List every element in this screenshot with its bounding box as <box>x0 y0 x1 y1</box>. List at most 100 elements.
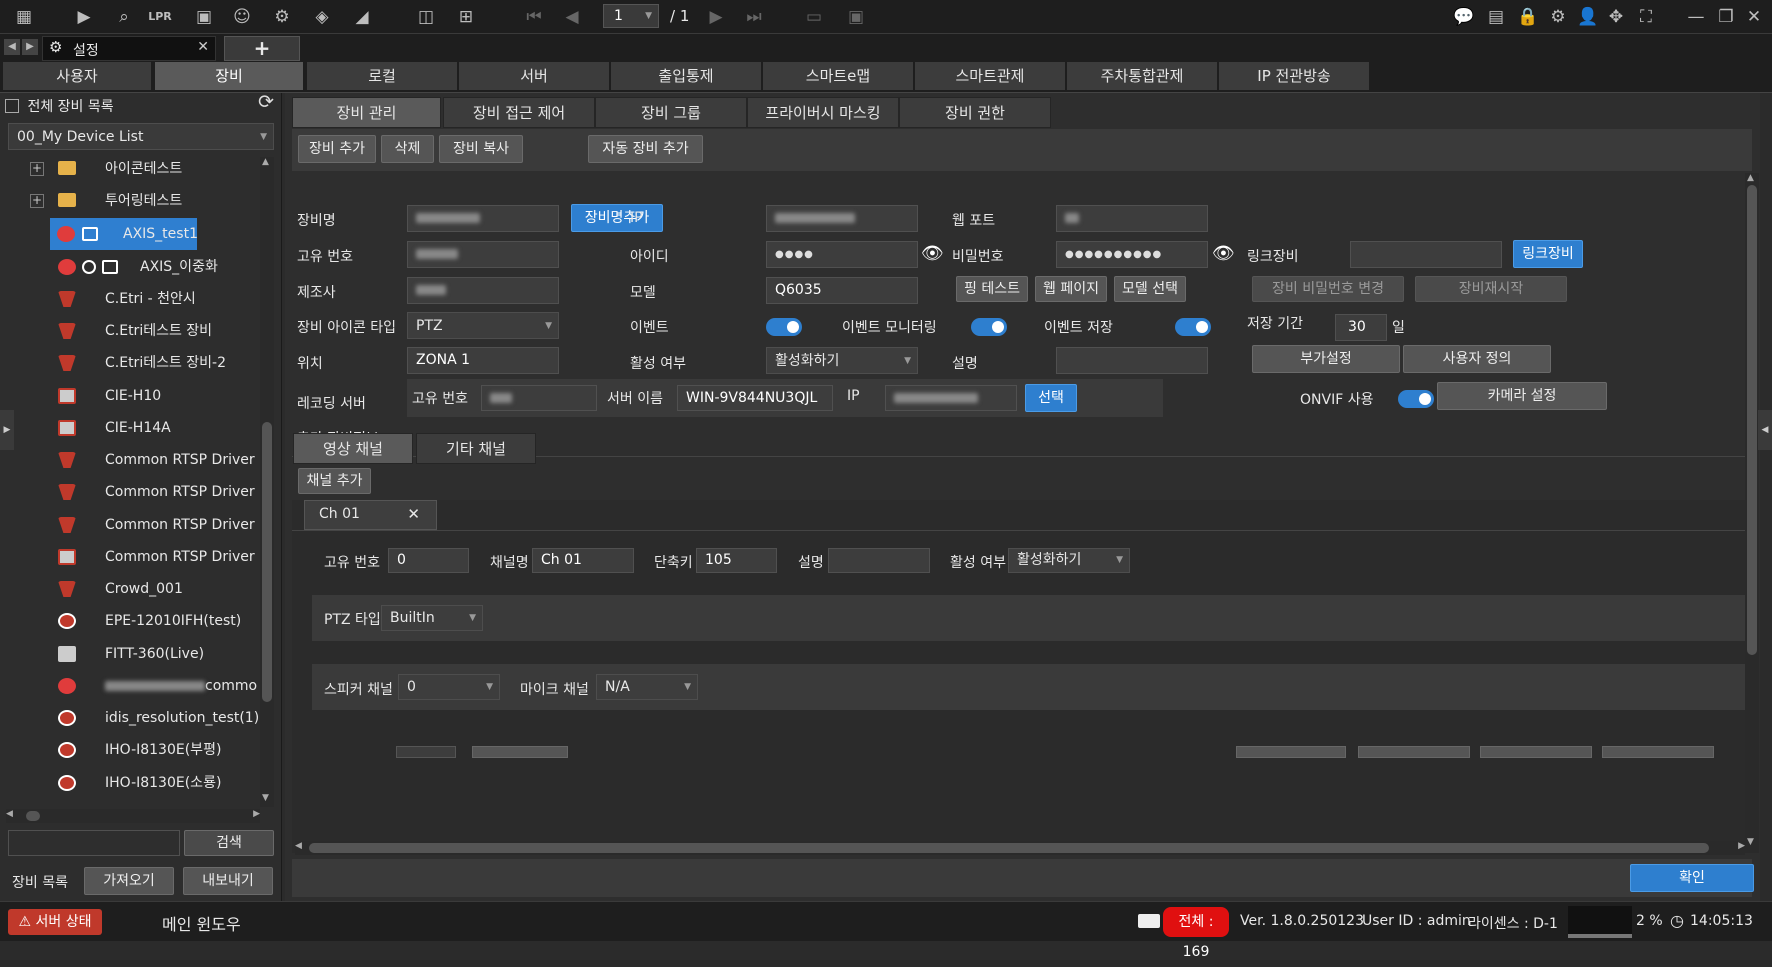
tab-smart-control[interactable]: 스마트관제 <box>914 61 1066 91</box>
server-status-badge[interactable]: ⚠ 서버 상태 <box>8 909 102 935</box>
channel-tab[interactable]: Ch 01 ✕ <box>304 500 437 530</box>
subtab-device-permission[interactable]: 장비 권한 <box>899 97 1051 128</box>
search-button[interactable]: 검색 <box>184 830 274 856</box>
move-icon[interactable]: ✥ <box>1604 5 1628 29</box>
device-item[interactable]: C.Etri테스트 장비-2 <box>0 347 258 379</box>
subtab-device-group[interactable]: 장비 그룹 <box>595 97 747 128</box>
channel-unique-number-input[interactable]: 0 <box>388 548 469 573</box>
device-item[interactable]: Crowd_001 <box>0 573 258 605</box>
device-item[interactable]: AXIS_이중화 <box>0 251 258 283</box>
tab-user[interactable]: 사용자 <box>2 61 152 91</box>
expand-icon[interactable]: + <box>30 194 44 208</box>
chat-icon[interactable]: 💬 <box>1452 5 1476 29</box>
manufacturer-input[interactable] <box>407 277 559 304</box>
grid-menu-icon[interactable]: ▦ <box>12 5 36 29</box>
fullscreen-icon[interactable]: ⛶ <box>1634 5 1658 29</box>
active-status-select[interactable]: 활성화하기 ▼ <box>766 347 918 374</box>
auto-add-device-button[interactable]: 자동 장비 추가 <box>588 135 703 163</box>
tab-scroll-right-icon[interactable]: ▶ <box>22 39 38 55</box>
user-define-button[interactable]: 사용자 정의 <box>1403 345 1551 373</box>
tab-server[interactable]: 서버 <box>458 61 610 91</box>
page-input[interactable]: 1 ▼ <box>603 4 659 28</box>
calendar-icon[interactable]: ▣ <box>192 5 216 29</box>
subtab-device-access[interactable]: 장비 접근 제어 <box>443 97 595 128</box>
lock-icon[interactable]: 🔒 <box>1516 5 1540 29</box>
event-monitoring-toggle[interactable] <box>971 318 1007 336</box>
form-hscrollbar[interactable]: ◀ ▶ <box>295 841 1745 855</box>
eye-icon[interactable]: 👁 <box>921 243 944 264</box>
tab-smart-emap[interactable]: 스마트e맵 <box>762 61 914 91</box>
eye-icon[interactable]: 👁 <box>1212 243 1235 264</box>
device-item-selected[interactable]: AXIS_test1 <box>50 218 197 250</box>
unique-number-input[interactable] <box>407 241 559 268</box>
tree-folder[interactable]: + 아이콘테스트 <box>0 153 258 185</box>
tab-ip-broadcast[interactable]: IP 전관방송 <box>1218 61 1370 91</box>
restart-device-button[interactable]: 장비재시작 <box>1415 276 1567 302</box>
minimize-icon[interactable]: — <box>1684 5 1708 29</box>
map-icon[interactable]: ◈ <box>310 5 334 29</box>
web-port-input[interactable] <box>1056 205 1208 232</box>
scroll-up-icon[interactable]: ▲ <box>262 157 269 167</box>
device-item[interactable]: C.Etri테스트 장비 <box>0 315 258 347</box>
form-scrollbar[interactable]: ▲ ▼ <box>1745 173 1759 853</box>
bike-icon[interactable]: ⚙ <box>270 5 294 29</box>
scroll-thumb[interactable] <box>262 422 272 702</box>
sidebar-collapse-handle[interactable]: ▶ <box>0 410 14 450</box>
settings-window-tab[interactable]: ⚙ 설정 ✕ <box>42 36 216 61</box>
add-channel-button[interactable]: 채널 추가 <box>298 468 371 494</box>
tree-folder[interactable]: + 투어링테스트 <box>0 185 258 217</box>
change-device-password-button[interactable]: 장비 비밀번호 변경 <box>1252 276 1404 302</box>
speaker-channel-select[interactable]: 0 ▼ <box>398 674 500 700</box>
location-input[interactable]: ZONA 1 <box>407 347 559 374</box>
first-page-icon[interactable]: ⏮ <box>522 5 546 29</box>
all-devices-row[interactable]: 전체 장비 목록 <box>5 96 114 116</box>
scroll-left-icon[interactable]: ◀ <box>6 809 13 819</box>
ping-test-button[interactable]: 핑 테스트 <box>956 276 1028 302</box>
hotkey-input[interactable]: 105 <box>696 548 777 573</box>
expand-icon[interactable]: + <box>30 162 44 176</box>
device-icon-type-select[interactable]: PTZ ▼ <box>407 312 559 339</box>
rec-ip-input[interactable] <box>885 385 1017 411</box>
refresh-icon[interactable]: ⟳ <box>258 91 274 113</box>
screen-capture-icon[interactable]: ▣ <box>844 5 868 29</box>
device-list-select[interactable]: 00_My Device List ▼ <box>8 123 274 150</box>
add-layout-icon[interactable]: ⊞ <box>454 5 478 29</box>
camera-settings-button[interactable]: 카메라 설정 <box>1437 382 1607 410</box>
channel-name-input[interactable]: Ch 01 <box>532 548 634 573</box>
event-toggle[interactable] <box>766 318 802 336</box>
model-select-button[interactable]: 모델 선택 <box>1114 276 1186 302</box>
right-panel-handle[interactable]: ◀ <box>1758 410 1772 450</box>
add-device-button[interactable]: 장비 추가 <box>298 135 376 163</box>
device-item[interactable]: CIE-H10 <box>0 380 258 412</box>
tab-other-channel[interactable]: 기타 채널 <box>416 433 536 464</box>
split-layout-icon[interactable]: ◫ <box>414 5 438 29</box>
event-save-toggle[interactable] <box>1175 318 1211 336</box>
user-id-input[interactable]: ●●●● <box>766 241 918 268</box>
tab-video-channel[interactable]: 영상 채널 <box>293 433 413 464</box>
device-item[interactable]: idis_resolution_test(1) <box>0 702 258 734</box>
close-icon[interactable]: ✕ <box>407 505 420 523</box>
model-input[interactable]: Q6035 <box>766 277 918 304</box>
hscroll-thumb[interactable] <box>26 811 40 821</box>
tree-hscrollbar[interactable]: ◀ ▶ <box>6 809 260 823</box>
person-search-icon[interactable]: ☺ <box>230 5 254 29</box>
rec-unique-number-input[interactable] <box>481 385 597 411</box>
scroll-down-icon[interactable]: ▼ <box>1747 837 1754 847</box>
delete-device-button[interactable]: 삭제 <box>381 135 434 163</box>
server-name-input[interactable]: WIN-9V844NU3QJL <box>677 385 833 411</box>
prev-page-icon[interactable]: ◀ <box>560 5 584 29</box>
extra-settings-button[interactable]: 부가설정 <box>1252 345 1400 373</box>
device-item[interactable]: IHO-I8130E(소룡) <box>0 767 258 799</box>
tab-local[interactable]: 로컬 <box>306 61 458 91</box>
ptz-type-select[interactable]: BuiltIn ▼ <box>381 605 483 631</box>
tab-parking-control[interactable]: 주차통합관제 <box>1066 61 1218 91</box>
import-button[interactable]: 가져오기 <box>84 867 174 895</box>
subtab-privacy-masking[interactable]: 프라이버시 마스킹 <box>747 97 899 128</box>
device-item[interactable]: Common RTSP Driver <box>0 541 258 573</box>
tab-access-control[interactable]: 출입통제 <box>610 61 762 91</box>
tab-scroll-left-icon[interactable]: ◀ <box>4 39 20 55</box>
scroll-thumb[interactable] <box>1747 185 1757 655</box>
mic-channel-select[interactable]: N/A ▼ <box>596 674 698 700</box>
linked-device-input[interactable] <box>1350 241 1502 268</box>
all-devices-checkbox[interactable] <box>5 99 19 113</box>
